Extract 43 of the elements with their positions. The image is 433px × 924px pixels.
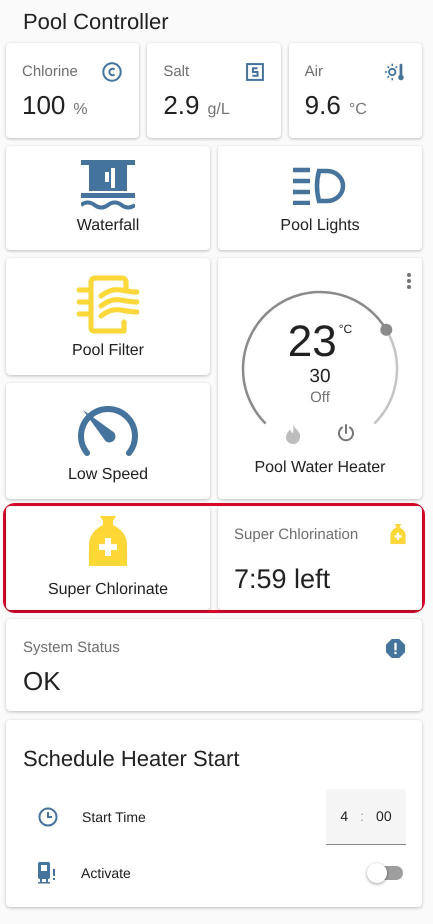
tile-button[interactable]: Pool Filter — [6, 258, 210, 375]
sensor-value: 9.6 — [304, 88, 341, 122]
bottle-plus-icon — [390, 524, 406, 544]
sensor-label: Air — [304, 62, 323, 82]
heater-mode: Off — [310, 388, 330, 408]
sensor-value: 100 — [22, 88, 66, 122]
tile-button[interactable]: Pool Lights — [218, 146, 422, 250]
time-left: 7:59 left — [234, 562, 332, 596]
clock-icon — [38, 807, 58, 827]
sensor-label: Chlorine — [22, 62, 78, 82]
toggle-switch[interactable] — [367, 863, 403, 883]
page-title: Pool Controller — [22, 8, 170, 36]
alert-icon — [386, 638, 405, 658]
temperature-unit: °C — [338, 321, 352, 338]
flame-icon[interactable] — [285, 424, 301, 444]
sensor-label: Salt — [163, 62, 190, 82]
status-value: OK — [23, 664, 62, 698]
more-options-icon[interactable] — [406, 272, 412, 290]
heater-label: Pool Water Heater — [254, 458, 386, 478]
letter-c-circle-icon — [101, 61, 124, 84]
power-icon[interactable] — [337, 424, 355, 442]
filter-icon — [77, 274, 139, 336]
row-label: Start Time — [82, 808, 147, 826]
schedule-title: Schedule Heater Start — [23, 745, 240, 773]
status-title: Super Chlorination — [234, 525, 358, 545]
sensor-unit: °C — [348, 100, 367, 120]
waterfall-icon — [81, 160, 135, 212]
tile-button[interactable]: Waterfall — [6, 146, 210, 250]
super-chlorinate-button[interactable]: Super Chlorinate — [6, 506, 210, 610]
headlight-icon — [293, 167, 347, 205]
target-temperature: 23 — [288, 320, 337, 364]
tile-button[interactable]: Low Speed — [6, 383, 210, 499]
sun-thermometer-icon — [384, 61, 406, 84]
heater-alert-icon — [37, 862, 57, 884]
letter-s-square-icon — [244, 62, 265, 82]
status-label: System Status — [23, 638, 120, 658]
current-temperature: 30 — [309, 366, 331, 388]
row-label: Activate — [81, 864, 132, 882]
time-field[interactable]: 4 : 00 — [326, 789, 406, 845]
sensor-value: 2.9 — [163, 88, 200, 122]
bottle-plus-icon — [88, 516, 128, 566]
sensor-unit: g/L — [207, 100, 230, 120]
sensor-unit: % — [73, 100, 88, 120]
